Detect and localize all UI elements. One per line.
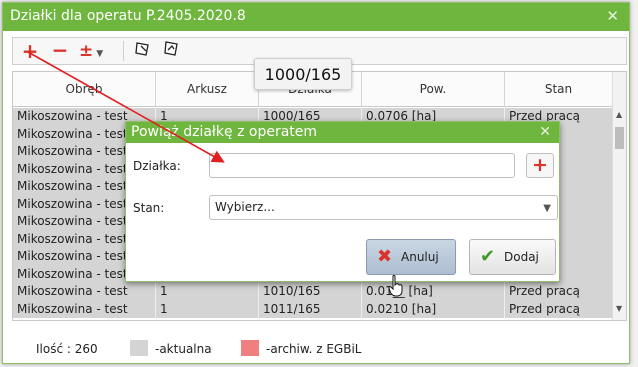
annotation-arrow [27, 51, 225, 163]
hand-cursor-icon [388, 275, 403, 297]
